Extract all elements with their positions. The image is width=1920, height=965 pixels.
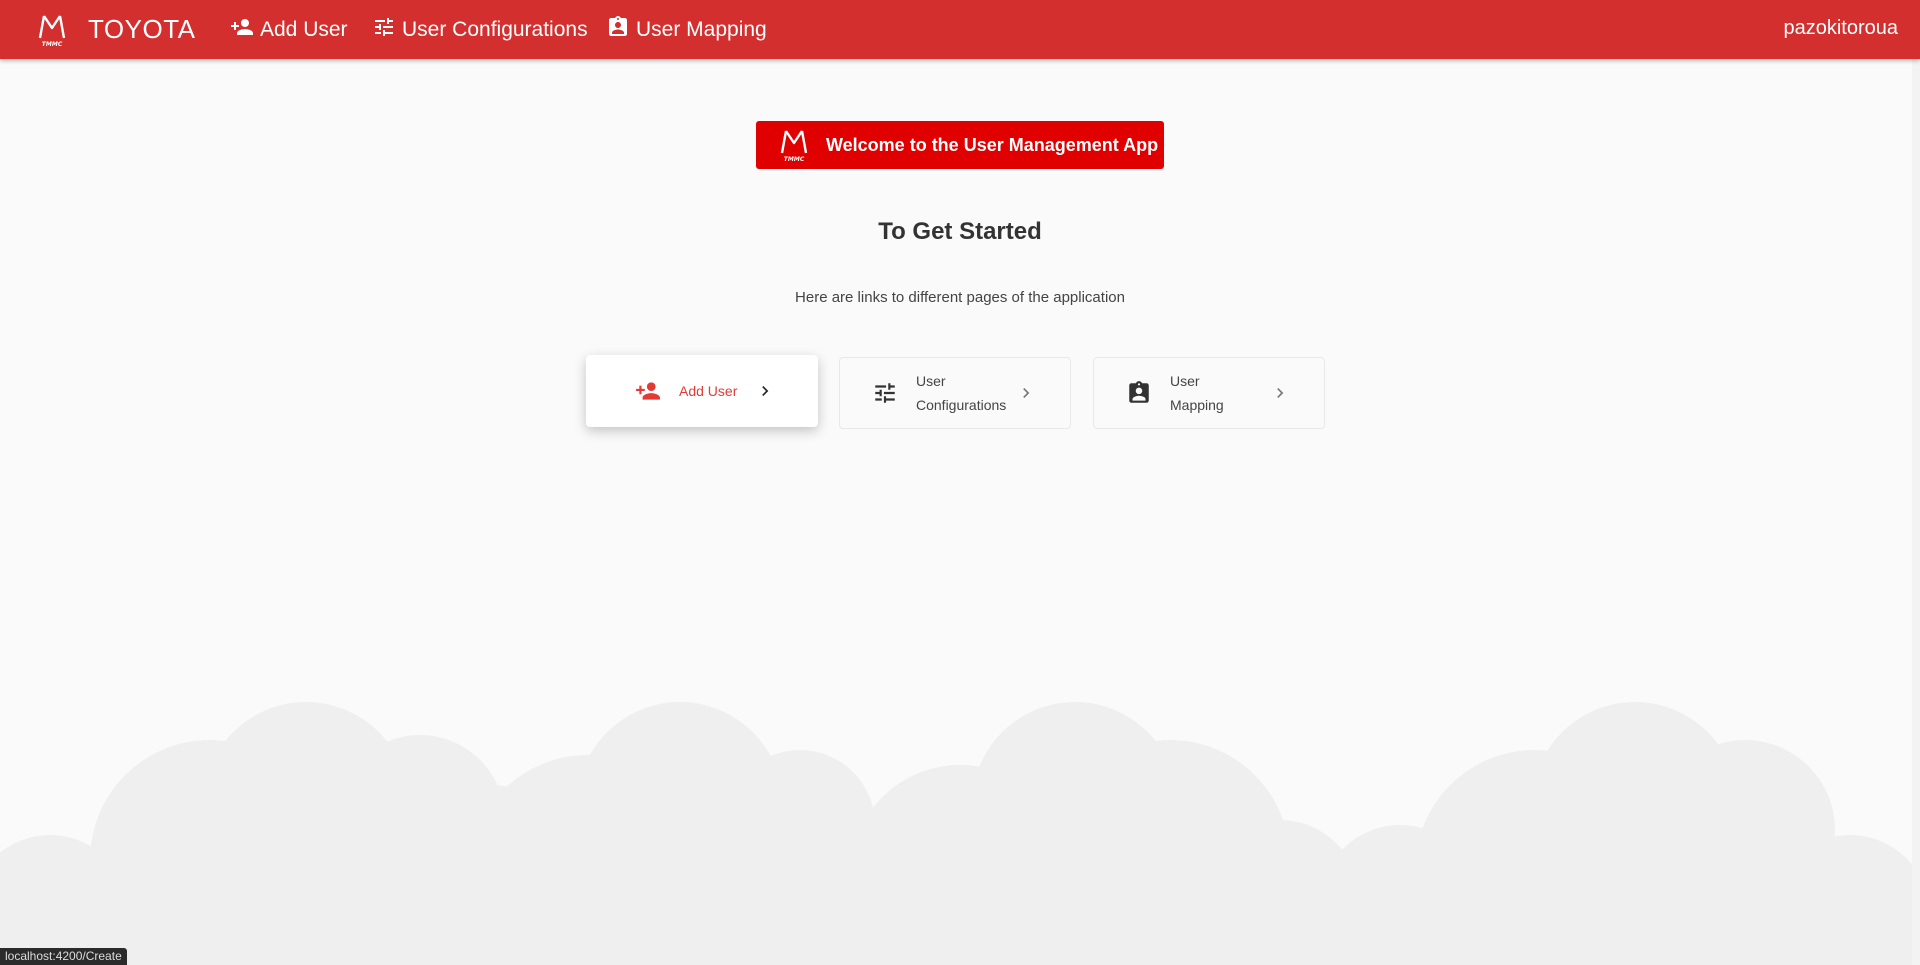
card-label-line: User <box>916 373 946 389</box>
svg-text:TMMC: TMMC <box>784 156 805 163</box>
assignment-ind-icon <box>1126 380 1152 406</box>
tune-icon <box>872 380 898 406</box>
nav-add-user[interactable]: Add User <box>230 0 348 59</box>
chevron-right-icon <box>1016 383 1036 403</box>
person-add-icon <box>230 15 260 45</box>
card-add-user[interactable]: Add User <box>586 355 818 427</box>
nav-user-configurations-label: User Configurations <box>402 17 588 41</box>
top-toolbar: TMMC TOYOTA Add User User Configurations… <box>0 0 1920 59</box>
welcome-banner: TMMC Welcome to the User Management App <box>756 121 1164 169</box>
current-username[interactable]: pazokitoroua <box>1783 0 1898 59</box>
scrollbar-track[interactable] <box>1912 59 1920 965</box>
svg-text:TMMC: TMMC <box>42 41 63 48</box>
tmmc-logo-icon[interactable]: TMMC <box>36 12 68 48</box>
card-label-line: Configurations <box>916 397 1007 413</box>
card-user-configurations-label: User Configurations <box>916 369 1016 417</box>
card-user-mapping-label: User Mapping <box>1170 369 1270 417</box>
card-user-configurations[interactable]: User Configurations <box>839 357 1071 429</box>
card-label-line: Mapping <box>1170 397 1224 413</box>
cloud-background <box>0 702 1920 965</box>
person-add-icon <box>635 378 661 404</box>
tune-icon <box>372 15 402 45</box>
welcome-banner-text: Welcome to the User Management App <box>826 134 1159 155</box>
assignment-ind-icon <box>606 15 636 45</box>
page-subtext: Here are links to different pages of the… <box>795 289 1125 306</box>
card-add-user-label: Add User <box>679 383 738 399</box>
nav-user-mapping[interactable]: User Mapping <box>606 0 767 59</box>
nav-user-configurations[interactable]: User Configurations <box>372 0 588 59</box>
chevron-right-icon <box>1270 383 1290 403</box>
status-bar-url: localhost:4200/Create <box>0 948 127 965</box>
card-user-mapping[interactable]: User Mapping <box>1093 357 1325 429</box>
brand-name[interactable]: TOYOTA <box>88 0 196 59</box>
nav-user-mapping-label: User Mapping <box>636 17 767 41</box>
card-label-line: User <box>1170 373 1200 389</box>
chevron-right-icon <box>755 381 775 401</box>
tmmc-logo-icon: TMMC <box>778 127 810 163</box>
page-heading: To Get Started <box>878 218 1042 245</box>
nav-add-user-label: Add User <box>260 17 348 41</box>
